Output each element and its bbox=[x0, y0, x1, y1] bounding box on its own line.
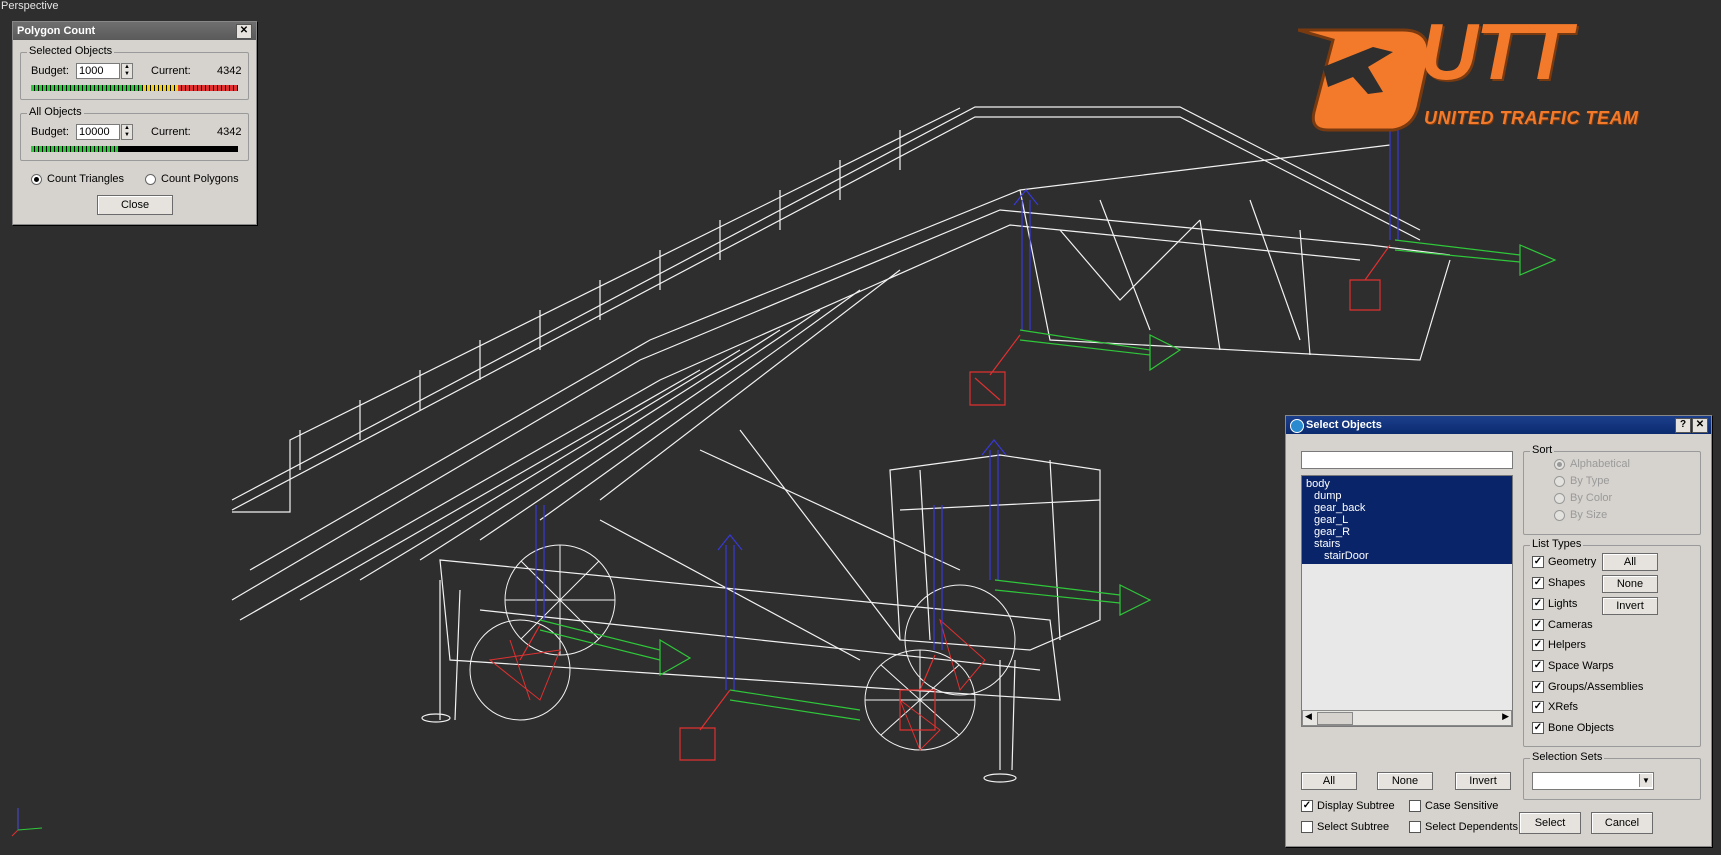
sort-label: Sort bbox=[1530, 444, 1555, 456]
close-button[interactable]: Close bbox=[97, 195, 173, 215]
all-budget-meter bbox=[31, 146, 238, 152]
selected-budget-input[interactable]: 1000 bbox=[76, 63, 120, 79]
groups-assemblies-checkbox[interactable]: ✓ bbox=[1532, 681, 1544, 693]
polygon-count-title: Polygon Count bbox=[17, 25, 96, 37]
lights-label[interactable]: Lights bbox=[1548, 598, 1577, 610]
sort-alphabetical-radio[interactable] bbox=[1554, 459, 1565, 470]
select-objects-window: Select Objects ? ✕ body dump gear_back g… bbox=[1285, 415, 1712, 847]
display-subtree-label[interactable]: Display Subtree bbox=[1317, 800, 1395, 812]
bone-objects-label[interactable]: Bone Objects bbox=[1548, 722, 1614, 734]
app-icon bbox=[1290, 419, 1304, 433]
sort-by-size-radio[interactable] bbox=[1554, 510, 1565, 521]
selected-current-value: 4342 bbox=[217, 65, 242, 77]
selection-sets-dropdown[interactable]: ▼ bbox=[1532, 772, 1654, 790]
select-dependents-label[interactable]: Select Dependents bbox=[1425, 821, 1518, 833]
case-sensitive-label[interactable]: Case Sensitive bbox=[1425, 800, 1498, 812]
list-types-group: List Types ✓ Geometry ✓ Shapes ✓ Lights … bbox=[1523, 538, 1701, 747]
list-item[interactable]: gear_L bbox=[1302, 514, 1512, 526]
geometry-label[interactable]: Geometry bbox=[1548, 556, 1596, 568]
list-all-button[interactable]: All bbox=[1301, 772, 1357, 790]
list-types-invert-button[interactable]: Invert bbox=[1602, 597, 1658, 615]
list-item[interactable]: dump bbox=[1302, 490, 1512, 502]
all-budget-input[interactable]: 10000 bbox=[76, 124, 120, 140]
sort-group: Sort Alphabetical By Type By Color By Si… bbox=[1523, 444, 1701, 535]
select-subtree-checkbox[interactable] bbox=[1301, 821, 1313, 833]
list-invert-button[interactable]: Invert bbox=[1455, 772, 1511, 790]
sort-by-type-label[interactable]: By Type bbox=[1570, 475, 1610, 487]
selection-sets-label: Selection Sets bbox=[1530, 751, 1605, 763]
close-icon[interactable]: ✕ bbox=[236, 24, 252, 39]
all-current-value: 4342 bbox=[217, 126, 242, 138]
display-subtree-checkbox[interactable]: ✓ bbox=[1301, 800, 1313, 812]
budget-label: Budget: bbox=[31, 126, 69, 138]
list-item[interactable]: stairs bbox=[1302, 538, 1512, 550]
all-budget-spinner[interactable]: ▲ ▼ bbox=[121, 124, 133, 140]
sort-by-color-label[interactable]: By Color bbox=[1570, 492, 1612, 504]
cameras-label[interactable]: Cameras bbox=[1548, 619, 1593, 631]
scroll-left-icon[interactable]: ◀ bbox=[1305, 711, 1312, 722]
close-icon[interactable]: ✕ bbox=[1692, 418, 1708, 433]
space-warps-label[interactable]: Space Warps bbox=[1548, 660, 1614, 672]
list-item[interactable]: gear_back bbox=[1302, 502, 1512, 514]
all-objects-group: All Objects Budget: 10000 ▲ ▼ Current: 43… bbox=[20, 106, 249, 161]
selected-budget-meter bbox=[31, 85, 238, 91]
select-objects-title: Select Objects bbox=[1306, 419, 1382, 431]
list-none-button[interactable]: None bbox=[1377, 772, 1433, 790]
shapes-checkbox[interactable]: ✓ bbox=[1532, 577, 1544, 589]
polygon-count-window: Polygon Count ✕ Selected Objects Budget:… bbox=[12, 21, 257, 225]
sort-by-size-label[interactable]: By Size bbox=[1570, 509, 1607, 521]
case-sensitive-checkbox[interactable] bbox=[1409, 800, 1421, 812]
bone-objects-checkbox[interactable]: ✓ bbox=[1532, 722, 1544, 734]
helpers-checkbox[interactable]: ✓ bbox=[1532, 639, 1544, 651]
help-icon[interactable]: ? bbox=[1675, 418, 1691, 433]
all-objects-label: All Objects bbox=[27, 106, 84, 118]
list-types-all-button[interactable]: All bbox=[1602, 553, 1658, 571]
cameras-checkbox[interactable]: ✓ bbox=[1532, 619, 1544, 631]
logo-wordmark: UTT bbox=[1420, 7, 1572, 96]
chevron-down-icon[interactable]: ▼ bbox=[1639, 774, 1652, 787]
lights-checkbox[interactable]: ✓ bbox=[1532, 598, 1544, 610]
object-list[interactable]: body dump gear_back gear_L gear_R stairs… bbox=[1301, 475, 1513, 727]
helpers-label[interactable]: Helpers bbox=[1548, 639, 1586, 651]
search-input[interactable] bbox=[1301, 451, 1513, 469]
select-subtree-label[interactable]: Select Subtree bbox=[1317, 821, 1389, 833]
select-objects-titlebar[interactable]: Select Objects ? ✕ bbox=[1286, 416, 1711, 434]
groups-assemblies-label[interactable]: Groups/Assemblies bbox=[1548, 681, 1643, 693]
selected-budget-spinner[interactable]: ▲ ▼ bbox=[121, 63, 133, 79]
select-button[interactable]: Select bbox=[1519, 812, 1581, 834]
shapes-label[interactable]: Shapes bbox=[1548, 577, 1585, 589]
budget-label: Budget: bbox=[31, 65, 69, 77]
geometry-checkbox[interactable]: ✓ bbox=[1532, 556, 1544, 568]
selection-sets-group: Selection Sets ▼ bbox=[1523, 751, 1701, 800]
count-triangles-label[interactable]: Count Triangles bbox=[47, 173, 124, 185]
logo-tagline: UNITED TRAFFIC TEAM bbox=[1424, 108, 1639, 128]
scroll-thumb[interactable] bbox=[1317, 712, 1353, 725]
sort-by-type-radio[interactable] bbox=[1554, 476, 1565, 487]
sort-by-color-radio[interactable] bbox=[1554, 493, 1565, 504]
sort-alphabetical-label[interactable]: Alphabetical bbox=[1570, 458, 1630, 470]
xrefs-label[interactable]: XRefs bbox=[1548, 701, 1578, 713]
list-item[interactable]: body bbox=[1302, 478, 1512, 490]
selected-objects-group: Selected Objects Budget: 1000 ▲ ▼ Current… bbox=[20, 45, 249, 100]
space-warps-checkbox[interactable]: ✓ bbox=[1532, 660, 1544, 672]
list-types-none-button[interactable]: None bbox=[1602, 575, 1658, 593]
count-polygons-label[interactable]: Count Polygons bbox=[161, 173, 239, 185]
horizontal-scrollbar[interactable]: ◀ ▶ bbox=[1302, 710, 1512, 726]
cancel-button[interactable]: Cancel bbox=[1591, 812, 1653, 834]
xrefs-checkbox[interactable]: ✓ bbox=[1532, 701, 1544, 713]
polygon-count-titlebar[interactable]: Polygon Count ✕ bbox=[13, 22, 256, 40]
selected-objects-label: Selected Objects bbox=[27, 45, 115, 57]
count-polygons-radio[interactable] bbox=[145, 174, 156, 185]
select-dependents-checkbox[interactable] bbox=[1409, 821, 1421, 833]
count-triangles-radio[interactable] bbox=[31, 174, 42, 185]
scroll-right-icon[interactable]: ▶ bbox=[1502, 711, 1509, 722]
list-types-label: List Types bbox=[1530, 538, 1584, 550]
current-label: Current: bbox=[151, 65, 191, 77]
list-item[interactable]: gear_R bbox=[1302, 526, 1512, 538]
axis-tripod-icon bbox=[11, 808, 43, 837]
list-item[interactable]: stairDoor bbox=[1302, 550, 1512, 562]
current-label: Current: bbox=[151, 126, 191, 138]
